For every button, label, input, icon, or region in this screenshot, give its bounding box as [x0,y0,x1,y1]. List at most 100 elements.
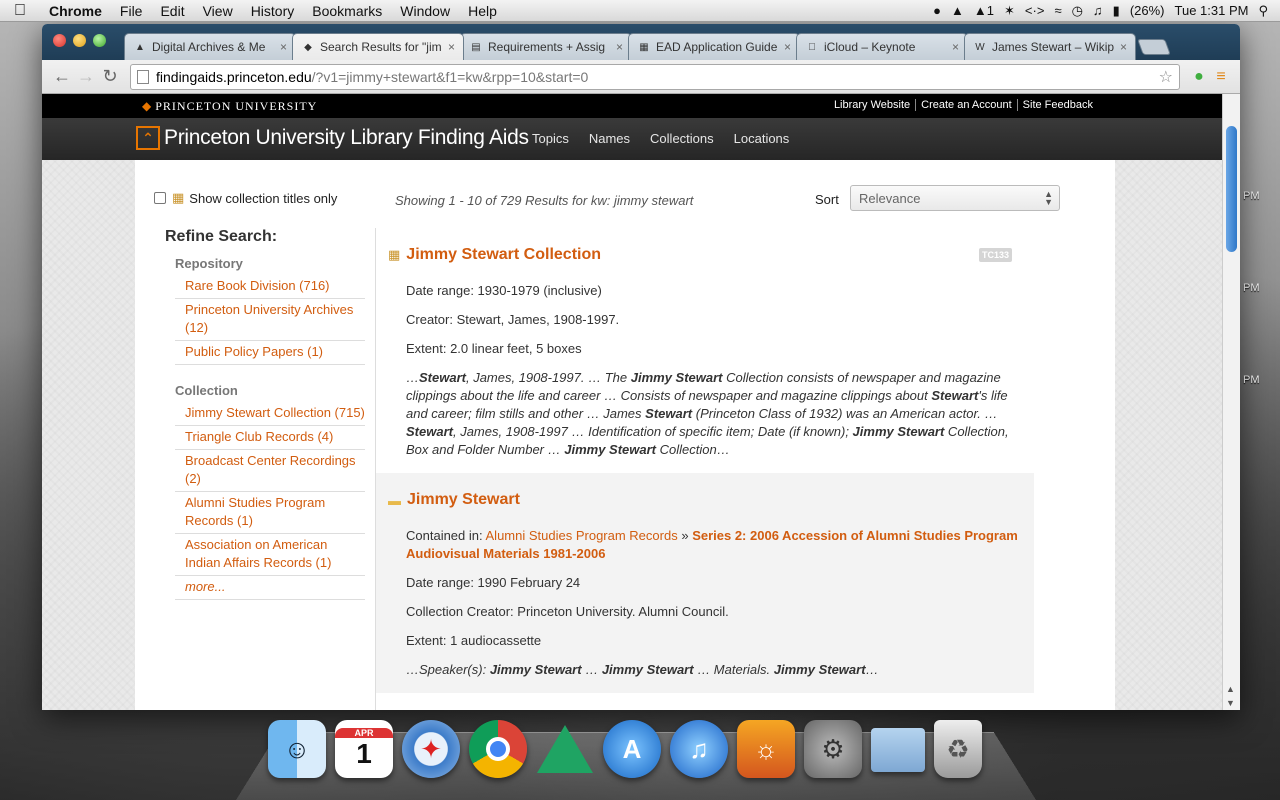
browser-tab[interactable]:  iCloud – Keynote × [796,33,968,60]
new-tab-button[interactable] [1137,39,1171,55]
scroll-down-icon[interactable]: ▼ [1226,698,1235,708]
browser-tab[interactable]: ▤ Requirements + Assig × [460,33,632,60]
bookmark-star-icon[interactable]: ☆ [1159,67,1173,87]
bluetooth-icon[interactable]: ✶ [1004,3,1015,19]
zoom-window-button[interactable] [93,34,106,47]
site-feedback-link[interactable]: Site Feedback [1018,99,1098,111]
show-titles-toggle[interactable]: ▦ Show collection titles only [154,190,337,206]
facet-link[interactable]: Jimmy Stewart Collection (715) [175,402,365,426]
snippet-highlight: Stewart [645,406,693,421]
close-window-button[interactable] [53,34,66,47]
safari-icon[interactable]: ✦ [402,720,460,778]
close-tab-icon[interactable]: × [1120,40,1127,54]
time-machine-icon[interactable]: ◷ [1072,3,1083,19]
nav-locations[interactable]: Locations [734,131,790,146]
volume-icon[interactable]: ♫ [1093,3,1103,18]
reload-button[interactable]: ↻ [98,66,122,87]
minimize-window-button[interactable] [73,34,86,47]
close-tab-icon[interactable]: × [448,40,455,54]
scroll-up-icon[interactable]: ▲ [1226,684,1235,694]
calendar-icon[interactable]: APR 1 [335,720,393,778]
wifi-icon[interactable]: ≈ [1054,3,1061,18]
status-area: ● ▲ ▲1 ✶ <·> ≈ ◷ ♫ ▮ (26%) Tue 1:31 PM ⚲ [933,3,1280,19]
result-creator: Collection Creator: Princeton University… [406,604,729,619]
facet-link[interactable]: Rare Book Division (716) [175,275,365,299]
battery-percent: (26%) [1129,3,1165,18]
browser-tab[interactable]: W James Stewart – Wikip × [964,33,1136,60]
menu-view[interactable]: View [194,3,242,19]
nav-topics[interactable]: Topics [532,131,569,146]
folder-stack-icon[interactable] [871,728,925,772]
result-snippet: …Stewart, James, 1908-1997. … The Jimmy … [406,369,1026,459]
contained-collection-link[interactable]: Alumni Studies Program Records [486,528,678,543]
results-summary: Showing 1 - 10 of 729 Results for kw: ji… [395,193,694,208]
snippet-highlight: Jimmy Stewart [489,662,582,677]
menu-window[interactable]: Window [391,3,459,19]
result-date-range: Date range: 1990 February 24 [406,575,581,590]
close-tab-icon[interactable]: × [616,40,623,54]
site-title[interactable]: Princeton University Library Finding Aid… [164,126,529,150]
create-account-link[interactable]: Create an Account [916,99,1018,111]
tab-label: Digital Archives & Me [152,40,266,54]
iphoto-icon[interactable]: ☼ [737,720,795,778]
facet-link[interactable]: Broadcast Center Recordings (2) [175,450,365,492]
menu-help[interactable]: Help [459,3,506,19]
browser-tab[interactable]: ◆ Search Results for "jim × [292,33,464,60]
facet-link[interactable]: Princeton University Archives (12) [175,299,365,341]
menu-edit[interactable]: Edit [151,3,193,19]
apple-icon:  [805,40,819,54]
spotlight-search-icon[interactable]: ⚲ [1258,3,1268,19]
facet-link[interactable]: Association on American Indian Affairs R… [175,534,365,576]
page-scrollbar[interactable]: ▲ ▼ [1222,94,1240,710]
desktop-label: PM [1243,190,1260,202]
code-icon[interactable]: <·> [1025,3,1045,18]
wikipedia-icon: W [975,41,985,53]
back-button[interactable]: ← [50,66,74,87]
browser-tab[interactable]: ▲ Digital Archives & Me × [124,33,296,60]
battery-icon[interactable]: ▮ [1113,3,1120,19]
result-title-text: Jimmy Stewart Collection [406,246,602,263]
app-store-icon[interactable]: A [603,720,661,778]
page-viewport: ◆ PRINCETON UNIVERSITY Library Website Cr… [42,94,1222,710]
close-tab-icon[interactable]: × [784,40,791,54]
finding-aids-logo-icon[interactable]: ⌃ [136,126,160,150]
snippet-text: Collection… [656,442,730,457]
sort-select[interactable]: Relevance ▲ ▼ [850,185,1060,211]
address-bar[interactable]: findingaids.princeton.edu /?v1=jimmy+ste… [130,63,1180,90]
close-tab-icon[interactable]: × [280,40,287,54]
facet-link[interactable]: Alumni Studies Program Records (1) [175,492,365,534]
menu-history[interactable]: History [242,3,304,19]
drive-status-icon[interactable]: ▲ [951,3,964,18]
library-website-link[interactable]: Library Website [829,99,917,111]
google-drive-icon[interactable] [536,720,594,778]
app-menu[interactable]: Chrome [40,3,111,19]
result-title[interactable]: ▬ Jimmy Stewart [388,491,1022,509]
system-preferences-icon[interactable]: ⚙ [804,720,862,778]
nav-names[interactable]: Names [589,131,630,146]
show-titles-checkbox[interactable] [154,192,166,204]
facet-more-link[interactable]: more... [175,576,365,600]
menu-bookmarks[interactable]: Bookmarks [303,3,391,19]
clock[interactable]: Tue 1:31 PM [1175,3,1249,18]
finder-icon[interactable]: ☺ [268,720,326,778]
facet-link[interactable]: Public Policy Papers (1) [175,341,365,365]
chrome-icon[interactable] [469,720,527,778]
result-title[interactable]: ▦ Jimmy Stewart Collection TC133 [388,246,1022,264]
trash-icon[interactable]: ♻ [934,720,982,778]
itunes-icon[interactable]: ♫ [670,720,728,778]
close-tab-icon[interactable]: × [952,40,959,54]
princeton-shield-icon: ◆ [142,99,153,113]
browser-tab[interactable]: ▦ EAD Application Guide × [628,33,800,60]
evernote-extension-icon[interactable]: ● [1188,68,1210,86]
university-brand[interactable]: ◆ PRINCETON UNIVERSITY [142,99,317,114]
nav-collections[interactable]: Collections [650,131,714,146]
adobe-status-icon[interactable]: ▲1 [974,3,994,18]
scrollbar-thumb[interactable] [1226,126,1237,252]
evernote-status-icon[interactable]: ● [933,3,941,18]
forward-button[interactable]: → [74,66,98,87]
menu-file[interactable]: File [111,3,152,19]
university-bar: ◆ PRINCETON UNIVERSITY Library Website Cr… [42,94,1222,118]
facet-link[interactable]: Triangle Club Records (4) [175,426,365,450]
apple-menu-icon[interactable]:  [0,2,40,20]
chrome-menu-icon[interactable]: ≡ [1210,68,1232,86]
